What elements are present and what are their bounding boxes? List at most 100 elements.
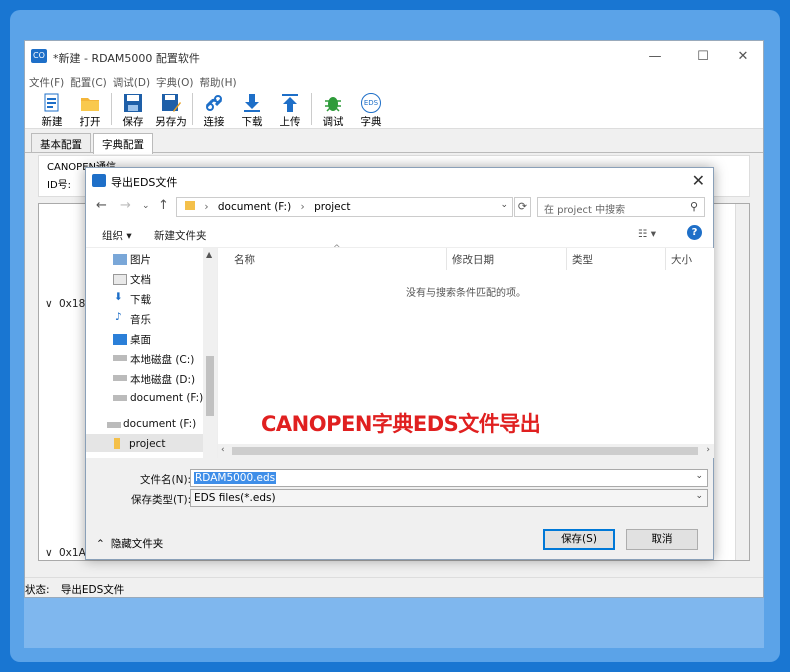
downloads-icon: ⬇ — [114, 291, 123, 303]
back-arrow-icon[interactable]: ← — [96, 198, 107, 213]
breadcrumb-project[interactable]: project — [314, 201, 350, 213]
minimize-button[interactable]: — — [643, 47, 667, 67]
download-button[interactable]: 下载 — [233, 93, 271, 128]
new-file-icon — [42, 93, 62, 113]
status-bar: 状态: 导出EDS文件 — [25, 577, 763, 597]
close-button[interactable]: ✕ — [731, 47, 755, 67]
breadcrumb-separator-icon: › — [204, 201, 209, 213]
connect-button[interactable]: 连接 — [195, 93, 233, 128]
menu-debug[interactable]: 调试(D) — [113, 73, 156, 91]
empty-message: 没有与搜索条件匹配的项。 — [406, 288, 526, 299]
nav-item-drive-f-root[interactable]: document (F:) — [123, 418, 196, 430]
column-separator[interactable] — [446, 248, 447, 270]
nav-item-documents[interactable]: 文档 — [130, 272, 151, 287]
address-bar[interactable]: › document (F:) › project ⌄ — [176, 197, 513, 217]
dialog-cancel-button[interactable]: 取消 — [626, 529, 698, 550]
chevron-down-icon[interactable]: ⌄ — [695, 491, 703, 501]
expand-icon[interactable]: ∨ — [45, 298, 53, 310]
menu-dict[interactable]: 字典(O) — [156, 73, 199, 91]
tab-basic-config[interactable]: 基本配置 — [31, 133, 91, 152]
drive-icon — [113, 395, 127, 401]
nav-scroll-thumb[interactable] — [206, 356, 214, 416]
navigation-row: ← → ⌄ ↑ › document (F:) › project ⌄ ⟳ 在 … — [86, 194, 713, 220]
breadcrumb-drive[interactable]: document (F:) — [218, 201, 291, 213]
organize-button[interactable]: 组织 ▾ — [102, 228, 132, 243]
scroll-up-icon[interactable]: ▲ — [206, 250, 212, 259]
column-name[interactable]: 名称 — [234, 252, 255, 267]
debug-label: 调试 — [322, 116, 344, 128]
filename-label: 文件名(N): — [140, 474, 192, 486]
toolbar: 新建 打开 保存 另存为 连接 下载 上传 调试 EDS 字典 — [25, 91, 763, 129]
menu-file[interactable]: 文件(F) — [29, 73, 70, 91]
toolbar-separator — [192, 93, 193, 125]
filename-input[interactable]: RDAM5000.eds ⌄ — [190, 469, 708, 487]
eds-icon: EDS — [361, 93, 381, 113]
file-list-hscrollbar[interactable]: ‹ › — [218, 444, 714, 458]
dialog-close-icon[interactable]: ✕ — [692, 171, 705, 190]
folder-icon — [80, 93, 100, 113]
column-separator[interactable] — [665, 248, 666, 270]
sort-up-icon: ^ — [333, 244, 341, 254]
nav-item-drive-d[interactable]: 本地磁盘 (D:) — [130, 372, 195, 387]
filename-value: RDAM5000.eds — [194, 472, 277, 484]
expand-icon[interactable]: ∨ — [45, 547, 53, 559]
tree-scrollbar[interactable] — [735, 204, 749, 560]
column-type[interactable]: 类型 — [572, 252, 593, 267]
help-icon[interactable]: ? — [687, 225, 702, 240]
filetype-label: 保存类型(T): — [131, 494, 192, 506]
maximize-button[interactable]: ☐ — [691, 47, 715, 67]
pictures-icon — [113, 254, 127, 265]
debug-button[interactable]: 调试 — [314, 93, 352, 128]
menu-config[interactable]: 配置(C) — [70, 73, 113, 91]
nav-item-drive-f[interactable]: document (F:) — [130, 392, 203, 404]
nav-item-desktop[interactable]: 桌面 — [130, 332, 151, 347]
navigation-pane: 图片 文档 ⬇ 下载 ♪ 音乐 桌面 本地磁盘 (C:) 本地磁盘 (D:) d… — [86, 248, 217, 458]
upload-button[interactable]: 上传 — [271, 93, 309, 128]
nav-item-music[interactable]: 音乐 — [130, 312, 151, 327]
upload-label: 上传 — [279, 116, 301, 128]
hide-folders-toggle[interactable]: ⌃ 隐藏文件夹 — [96, 536, 163, 551]
dialog-app-icon — [92, 174, 106, 187]
open-button[interactable]: 打开 — [71, 93, 109, 128]
column-separator[interactable] — [566, 248, 567, 270]
dict-button[interactable]: EDS 字典 — [352, 93, 390, 128]
toolbar-separator — [111, 93, 112, 125]
save-as-label: 另存为 — [155, 116, 187, 128]
view-options-icon[interactable]: ☷ ▾ — [638, 228, 656, 240]
save-label: 保存 — [122, 116, 144, 128]
chevron-down-icon[interactable]: ⌄ — [695, 471, 703, 481]
scroll-left-icon[interactable]: ‹ — [221, 445, 225, 455]
title-bar: CO *新建 - RDAM5000 配置软件 — ☐ ✕ — [25, 41, 763, 73]
save-as-button[interactable]: 另存为 — [152, 93, 190, 128]
recent-chevron-icon[interactable]: ⌄ — [142, 201, 150, 211]
new-folder-button[interactable]: 新建文件夹 — [154, 228, 207, 243]
filetype-select[interactable]: EDS files(*.eds) ⌄ — [190, 489, 708, 507]
save-button[interactable]: 保存 — [114, 93, 152, 128]
search-input[interactable]: 在 project 中搜索 ⚲ — [537, 197, 705, 217]
nav-scrollbar[interactable]: ▲ — [203, 248, 217, 458]
up-arrow-icon[interactable]: ↑ — [158, 198, 169, 213]
nav-item-drive-c[interactable]: 本地磁盘 (C:) — [130, 352, 194, 367]
tab-strip: 基本配置 字典配置 — [25, 133, 763, 154]
menu-help[interactable]: 帮助(H) — [200, 73, 243, 91]
refresh-icon[interactable]: ⟳ — [514, 197, 531, 217]
dialog-save-button[interactable]: 保存(S) — [543, 529, 615, 550]
status-label: 状态: — [25, 584, 50, 596]
forward-arrow-icon[interactable]: → — [120, 198, 131, 213]
download-icon — [242, 93, 262, 113]
documents-icon — [113, 274, 127, 285]
tab-dict-config[interactable]: 字典配置 — [93, 133, 153, 154]
link-icon — [204, 93, 224, 113]
nav-item-project[interactable]: project — [129, 438, 165, 450]
new-button[interactable]: 新建 — [33, 93, 71, 128]
menu-bar: 文件(F) 配置(C) 调试(D) 字典(O) 帮助(H) — [25, 73, 763, 91]
nav-item-pictures[interactable]: 图片 — [130, 252, 151, 267]
nav-item-downloads[interactable]: 下载 — [130, 292, 151, 307]
connect-label: 连接 — [203, 116, 225, 128]
scroll-right-icon[interactable]: › — [706, 445, 710, 455]
app-icon: CO — [31, 49, 47, 63]
column-modified[interactable]: 修改日期 — [452, 252, 494, 267]
hscroll-thumb[interactable] — [232, 447, 698, 455]
column-size[interactable]: 大小 — [671, 252, 692, 267]
address-dropdown-icon[interactable]: ⌄ — [500, 200, 508, 210]
